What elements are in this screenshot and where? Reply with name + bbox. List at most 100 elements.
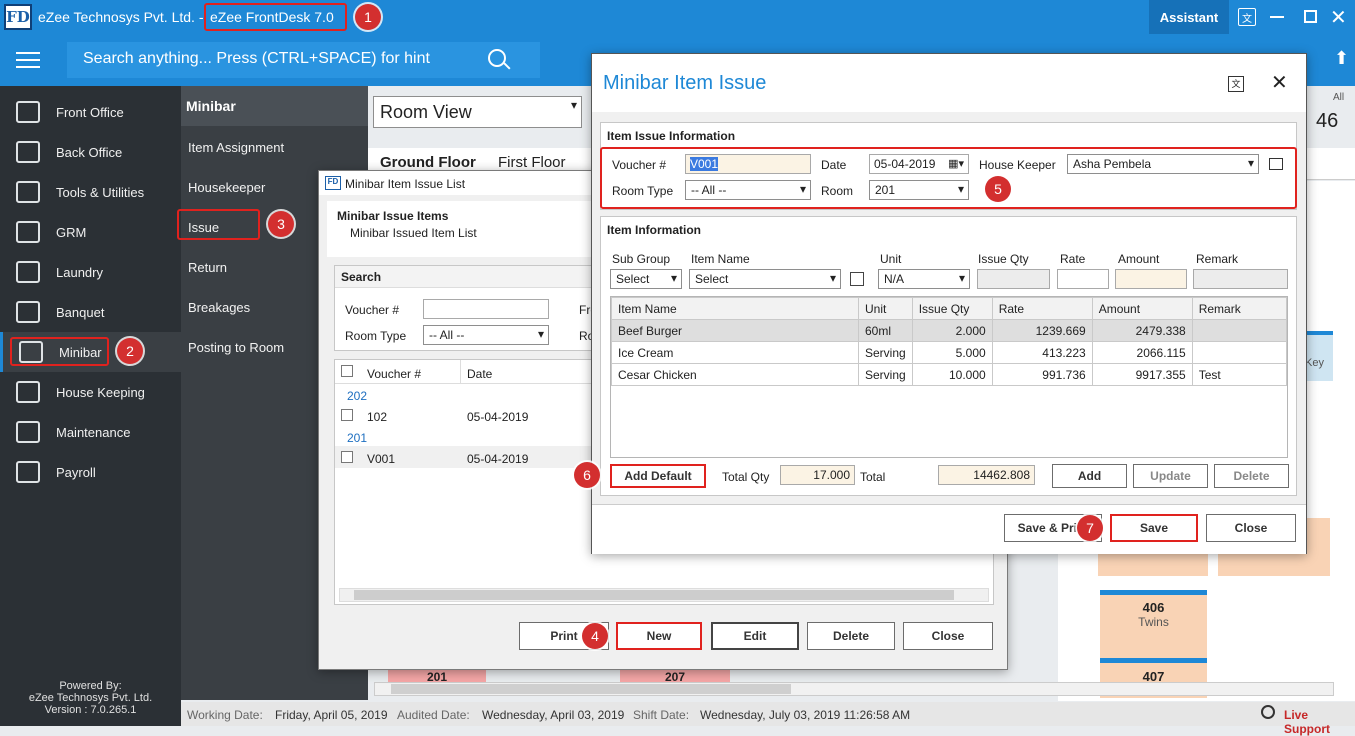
row-voucher: V001 bbox=[367, 452, 396, 466]
table-row[interactable]: Cesar Chicken Serving 10.000 991.736 991… bbox=[611, 363, 1288, 386]
sidebar-item-grm[interactable]: GRM bbox=[0, 212, 181, 252]
select-all-checkbox[interactable] bbox=[341, 365, 353, 377]
dialog-footer bbox=[592, 504, 1306, 554]
item-issue-info-title: Item Issue Information bbox=[607, 129, 736, 143]
sidebar-item-banquet[interactable]: Banquet bbox=[0, 292, 181, 332]
close-icon[interactable]: ✕ bbox=[1330, 5, 1347, 30]
itemname-label: Item Name bbox=[691, 252, 750, 266]
grid-scrollbar-thumb[interactable] bbox=[354, 590, 954, 600]
working-date-value: Friday, April 05, 2019 bbox=[275, 708, 388, 722]
global-search-input[interactable]: Search anything... Press (CTRL+SPACE) fo… bbox=[67, 42, 540, 78]
close-list-button[interactable]: Close bbox=[903, 622, 993, 650]
edit-button[interactable]: Edit bbox=[711, 622, 799, 650]
group-header-201: 201 bbox=[347, 431, 368, 445]
horizontal-scrollbar[interactable] bbox=[374, 682, 1334, 696]
banquet-icon bbox=[16, 301, 40, 323]
payroll-icon bbox=[16, 461, 40, 483]
sidebar-item-label: Laundry bbox=[56, 264, 103, 280]
itemname-select[interactable]: Select bbox=[689, 269, 841, 289]
room-view-dropdown[interactable]: Room View bbox=[373, 96, 582, 128]
item-lookup-icon[interactable] bbox=[850, 272, 864, 286]
row-voucher: 102 bbox=[367, 410, 388, 424]
col-rate: Rate bbox=[991, 297, 1093, 320]
dialog-title: Minibar Item Issue bbox=[603, 72, 767, 94]
voucher-search-input[interactable] bbox=[423, 299, 549, 319]
cell-unit: 60ml bbox=[858, 319, 913, 342]
update-button[interactable]: Update bbox=[1133, 464, 1208, 488]
sidebar-item-laundry[interactable]: Laundry bbox=[0, 252, 181, 292]
add-button[interactable]: Add bbox=[1052, 464, 1127, 488]
cell-remark: Test bbox=[1191, 363, 1288, 386]
room-tile-406[interactable]: 406 Twins bbox=[1100, 590, 1207, 660]
col-issue-qty: Issue Qty bbox=[911, 297, 993, 320]
issueqty-input[interactable] bbox=[977, 269, 1050, 289]
sidebar-item-maintenance[interactable]: Maintenance bbox=[0, 412, 181, 452]
room-type-label: Room Type bbox=[345, 329, 407, 343]
room-number: 406 bbox=[1142, 600, 1165, 615]
new-button[interactable]: New bbox=[616, 622, 702, 650]
cell-unit: Serving bbox=[858, 341, 913, 364]
scrollbar-thumb[interactable] bbox=[391, 684, 791, 694]
voucher-label: Voucher # bbox=[345, 303, 400, 317]
rate-label: Rate bbox=[1060, 252, 1086, 266]
sidebar-item-front-office[interactable]: Front Office bbox=[0, 92, 181, 132]
marker-1: 1 bbox=[355, 4, 381, 30]
item-issue-dialog: Minibar Item Issue 文 ✕ Item Issue Inform… bbox=[574, 53, 1307, 554]
table-row[interactable]: Ice Cream Serving 5.000 413.223 2066.115 bbox=[611, 341, 1288, 364]
add-default-button[interactable]: Add Default bbox=[610, 464, 706, 488]
remark-label: Remark bbox=[1196, 252, 1239, 266]
sidebar-item-back-office[interactable]: Back Office bbox=[0, 132, 181, 172]
cell-rate: 1239.669 bbox=[991, 319, 1093, 342]
arrow-up-icon[interactable]: ⬆ bbox=[1334, 48, 1349, 69]
maximize-icon[interactable] bbox=[1304, 10, 1317, 23]
translate-icon[interactable]: 文 bbox=[1238, 8, 1256, 26]
sidebar-item-label: Back Office bbox=[56, 144, 123, 160]
translate-icon[interactable]: 文 bbox=[1228, 76, 1244, 92]
room-type-select[interactable]: -- All -- bbox=[423, 325, 549, 345]
minimize-icon[interactable] bbox=[1270, 16, 1284, 18]
room-count: 46 bbox=[1316, 110, 1339, 132]
tab-first-floor[interactable]: First Floor bbox=[498, 154, 566, 171]
dialog-close-icon[interactable]: ✕ bbox=[1271, 70, 1288, 95]
grid-scrollbar[interactable] bbox=[339, 588, 989, 602]
subpanel-title: Minibar bbox=[181, 86, 368, 126]
save-button[interactable]: Save bbox=[1110, 514, 1198, 542]
sidebar-item-housekeeping[interactable]: House Keeping bbox=[0, 372, 181, 412]
assistant-button[interactable]: Assistant bbox=[1149, 0, 1229, 34]
col-amount: Amount bbox=[1091, 297, 1193, 320]
bell-icon bbox=[16, 101, 40, 123]
window-title: eZee Technosys Pvt. Ltd. - bbox=[38, 9, 204, 25]
company-name: eZee Technosys Pvt. Ltd. - bbox=[38, 9, 204, 25]
subpanel-item-assignment[interactable]: Item Assignment bbox=[181, 127, 368, 167]
subgroup-select[interactable]: Select bbox=[610, 269, 682, 289]
delete-item-button[interactable]: Delete bbox=[1214, 464, 1289, 488]
sidebar-item-label: Front Office bbox=[56, 104, 124, 120]
cell-item: Ice Cream bbox=[611, 341, 859, 364]
close-dialog-button[interactable]: Close bbox=[1206, 514, 1296, 542]
live-support-link[interactable]: Live Support bbox=[1284, 708, 1355, 736]
row-checkbox[interactable] bbox=[341, 409, 353, 421]
hamburger-menu-icon[interactable] bbox=[16, 52, 40, 68]
cell-unit: Serving bbox=[858, 363, 913, 386]
room-type: Twins bbox=[1138, 615, 1169, 629]
rate-input[interactable] bbox=[1057, 269, 1109, 289]
col-unit: Unit bbox=[858, 297, 913, 320]
total-qty-label: Total Qty bbox=[722, 470, 770, 484]
tab-ground-floor[interactable]: Ground Floor bbox=[380, 154, 476, 171]
marker-2: 2 bbox=[117, 338, 143, 364]
sidebar-item-tools[interactable]: Tools & Utilities bbox=[0, 172, 181, 212]
table-row[interactable]: Beef Burger 60ml 2.000 1239.669 2479.338 bbox=[611, 319, 1288, 342]
issue-list-header-sub: Minibar Issued Item List bbox=[350, 226, 477, 240]
iron-icon bbox=[16, 261, 40, 283]
sidebar-item-payroll[interactable]: Payroll bbox=[0, 452, 181, 492]
remark-input[interactable] bbox=[1193, 269, 1288, 289]
amount-input[interactable] bbox=[1115, 269, 1187, 289]
delete-button[interactable]: Delete bbox=[807, 622, 895, 650]
cell-remark bbox=[1191, 341, 1288, 364]
headset-icon[interactable] bbox=[1261, 705, 1275, 719]
row-checkbox[interactable] bbox=[341, 451, 353, 463]
col-remark: Remark bbox=[1191, 297, 1288, 320]
item-info-title: Item Information bbox=[607, 223, 702, 237]
unit-select[interactable]: N/A bbox=[878, 269, 970, 289]
issue-list-title: Minibar Item Issue List bbox=[345, 177, 466, 191]
